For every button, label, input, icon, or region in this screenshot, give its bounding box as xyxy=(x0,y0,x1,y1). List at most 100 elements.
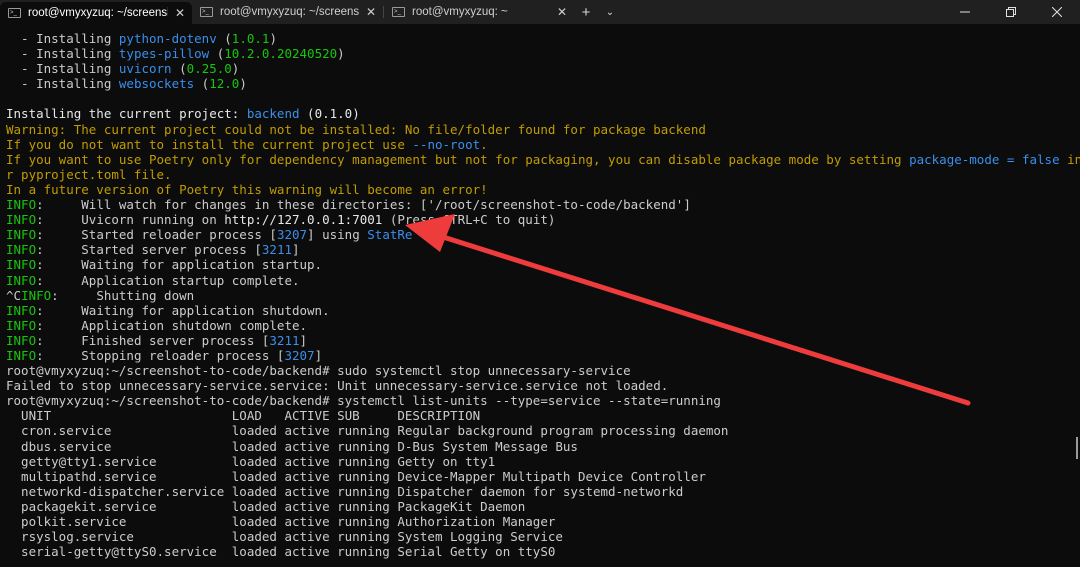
close-window-button[interactable] xyxy=(1034,0,1080,24)
terminal-text: rsyslog.service loaded active running Sy… xyxy=(6,529,563,545)
terminal-text: : Application startup complete. xyxy=(36,272,300,288)
terminal-output[interactable]: - Installing python-dotenv (1.0.1) - Ins… xyxy=(6,31,1080,559)
window-controls xyxy=(942,0,1080,24)
terminal-text: 10.2.0.20240520 xyxy=(224,46,338,62)
terminal-line: Warning: The current project could not b… xyxy=(6,122,1072,137)
tab-terminal-3[interactable]: >_ root@vmyxyzuq: ~ ✕ xyxy=(384,0,574,24)
close-icon[interactable]: ✕ xyxy=(174,6,186,20)
terminal-text: : Started server process [ xyxy=(36,242,262,258)
terminal-text: ] xyxy=(314,347,323,363)
terminal-icon: >_ xyxy=(392,7,405,17)
new-tab-button[interactable]: + xyxy=(574,0,598,24)
chevron-down-icon: ⌄ xyxy=(605,6,615,18)
terminal-text: : Waiting for application shutdown. xyxy=(36,302,330,318)
terminal-line: multipathd.service loaded active running… xyxy=(6,469,1072,484)
terminal-text: : Waiting for application startup. xyxy=(36,257,323,273)
terminal-text: 3211 xyxy=(261,242,292,258)
terminal-text: multipathd.service loaded active running… xyxy=(6,468,706,484)
terminal-text: INFO xyxy=(6,227,37,243)
terminal-line: - Installing uvicorn (0.25.0) xyxy=(6,61,1072,76)
terminal-line: getty@tty1.service loaded active running… xyxy=(6,454,1072,469)
terminal-text: serial-getty@ttyS0.service loaded active… xyxy=(6,544,556,560)
terminal-text: In a future version of Poetry this warni… xyxy=(6,181,488,197)
plus-icon: + xyxy=(581,3,591,21)
terminal-text: package-mode = false xyxy=(909,151,1060,167)
minimize-icon xyxy=(960,11,970,13)
terminal-text: types-pillow xyxy=(118,46,210,62)
terminal-line: polkit.service loaded active running Aut… xyxy=(6,514,1072,529)
terminal-text: ] xyxy=(292,242,300,258)
terminal-line: INFO: Application startup complete. xyxy=(6,273,1072,288)
restore-icon xyxy=(1006,7,1016,17)
scrollbar-thumb[interactable] xyxy=(1076,437,1078,459)
terminal-text: (Press CTRL+C to quit) xyxy=(382,212,556,228)
terminal-text: ) xyxy=(352,106,360,122)
terminal-text: - Installing xyxy=(6,61,119,77)
terminal-text: 12.0 xyxy=(209,76,240,92)
terminal-line: INFO: Finished server process [3211] xyxy=(6,333,1072,348)
terminal-text: : Application shutdown complete. xyxy=(36,317,308,333)
terminal-line: INFO: Uvicorn running on http://127.0.0.… xyxy=(6,212,1072,227)
terminal-line: cron.service loaded active running Regul… xyxy=(6,423,1072,438)
terminal-line: - Installing types-pillow (10.2.0.202405… xyxy=(6,46,1072,61)
tab-terminal-2[interactable]: >_ root@vmyxyzuq: ~/screenshot ✕ xyxy=(192,0,383,24)
terminal-icon: >_ xyxy=(8,8,21,18)
terminal-line: rsyslog.service loaded active running Sy… xyxy=(6,529,1072,544)
close-icon[interactable]: ✕ xyxy=(556,5,568,19)
tab-dropdown-button[interactable]: ⌄ xyxy=(598,0,622,24)
terminal-text: INFO xyxy=(6,257,37,273)
tab-terminal-1[interactable]: >_ root@vmyxyzuq: ~/screenshc ✕ xyxy=(0,2,192,24)
close-icon[interactable]: ✕ xyxy=(365,5,377,19)
terminal-text: INFO xyxy=(6,347,37,363)
terminal-text: polkit.service loaded active running Aut… xyxy=(6,514,556,529)
tab-bar: >_ root@vmyxyzuq: ~/screenshc ✕ >_ root@… xyxy=(0,0,1080,24)
terminal-text: ( xyxy=(209,46,225,62)
terminal-text: http://127.0.0.1:7001 xyxy=(224,212,383,228)
terminal-text: 0.1.0 xyxy=(314,106,353,122)
terminal-text: - Installing xyxy=(6,31,119,46)
terminal-text: ] using xyxy=(307,227,368,243)
minimize-button[interactable] xyxy=(942,0,988,24)
terminal-text: ) xyxy=(337,46,345,62)
maximize-button[interactable] xyxy=(988,0,1034,24)
terminal-line: r pyproject.toml file. xyxy=(6,167,1072,182)
terminal-text: : Stopping reloader process [ xyxy=(36,347,285,363)
terminal-line: INFO: Waiting for application startup. xyxy=(6,257,1072,272)
terminal-line: serial-getty@ttyS0.service loaded active… xyxy=(6,544,1072,559)
terminal-text: 1.0.1 xyxy=(231,31,270,46)
terminal-line: dbus.service loaded active running D-Bus… xyxy=(6,439,1072,454)
terminal-line: networkd-dispatcher.service loaded activ… xyxy=(6,484,1072,499)
terminal-text: in you xyxy=(1067,151,1080,167)
terminal-text: UNIT LOAD ACTIVE SUB DESCRIPTION xyxy=(6,408,481,424)
terminal-text: ) xyxy=(239,76,247,92)
terminal-text: ( xyxy=(216,31,232,46)
terminal-line: If you do not want to install the curren… xyxy=(6,137,1072,152)
terminal-text: INFO xyxy=(6,212,37,228)
terminal-text: Installing the current project: xyxy=(6,106,247,122)
terminal-text: websockets xyxy=(118,76,195,92)
terminal-text: : Uvicorn running on xyxy=(36,212,225,228)
tab-label: root@vmyxyzuq: ~ xyxy=(412,6,508,18)
terminal-line: Installing the current project: backend … xyxy=(6,106,1072,121)
terminal-text: : Finished server process [ xyxy=(36,332,270,348)
terminal-text: dbus.service loaded active running D-Bus… xyxy=(6,438,578,454)
terminal-text: INFO xyxy=(6,332,37,348)
terminal-line: INFO: Started reloader process [3207] us… xyxy=(6,227,1072,242)
terminal-text: Warning: The current project could not b… xyxy=(6,121,706,137)
terminal-line: INFO: Will watch for changes in these di… xyxy=(6,197,1072,212)
terminal-text: INFO xyxy=(6,197,37,213)
terminal-text: : Will watch for changes in these direct… xyxy=(36,197,691,213)
terminal-text: : Shutting down xyxy=(51,287,195,303)
terminal-icon: >_ xyxy=(200,7,213,17)
terminal-text: Failed to stop unnecessary-service.servi… xyxy=(6,378,669,394)
terminal-text: INFO xyxy=(6,317,37,333)
terminal-text: ) xyxy=(231,61,240,77)
terminal-text: - Installing xyxy=(6,46,119,62)
terminal-line: packagekit.service loaded active running… xyxy=(6,499,1072,514)
terminal-text: 0.25.0 xyxy=(186,61,232,77)
terminal-text: root@vmyxyzuq:~/screenshot-to-code/backe… xyxy=(6,393,721,409)
terminal-text: getty@tty1.service loaded active running… xyxy=(6,453,496,469)
terminal-text: r pyproject.toml file. xyxy=(6,166,172,182)
terminal-line: In a future version of Poetry this warni… xyxy=(6,182,1072,197)
